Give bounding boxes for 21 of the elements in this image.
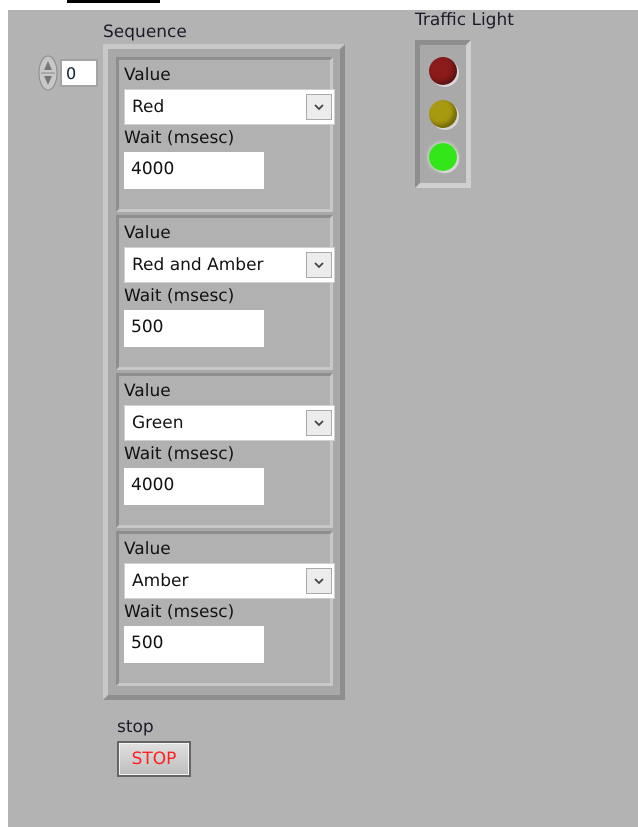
wait-label: Wait (msesc)	[124, 286, 236, 308]
wait-field[interactable]: 4000	[124, 468, 264, 505]
stop-label: stop	[117, 717, 155, 739]
value-dropdown[interactable]: Red	[124, 89, 335, 125]
wait-field[interactable]: 500	[124, 310, 264, 347]
spinner-icon[interactable]	[38, 55, 58, 91]
wait-label: Wait (msesc)	[124, 602, 236, 624]
value-label: Value	[124, 539, 172, 561]
wait-field[interactable]: 500	[124, 626, 264, 663]
value-dropdown[interactable]: Green	[124, 405, 335, 441]
value-dropdown[interactable]: Amber	[124, 563, 335, 599]
value-label: Value	[124, 381, 172, 403]
value-label: Value	[124, 65, 172, 87]
value-label: Value	[124, 223, 172, 245]
index-field[interactable]: 0	[60, 59, 98, 87]
wait-label: Wait (msesc)	[124, 128, 236, 150]
wait-label: Wait (msesc)	[124, 444, 236, 466]
array-label: Sequence	[103, 22, 188, 44]
value-dropdown[interactable]: Red and Amber	[124, 247, 335, 283]
traffic-light-label: Traffic Light	[415, 10, 514, 32]
wait-field[interactable]: 4000	[124, 152, 264, 189]
